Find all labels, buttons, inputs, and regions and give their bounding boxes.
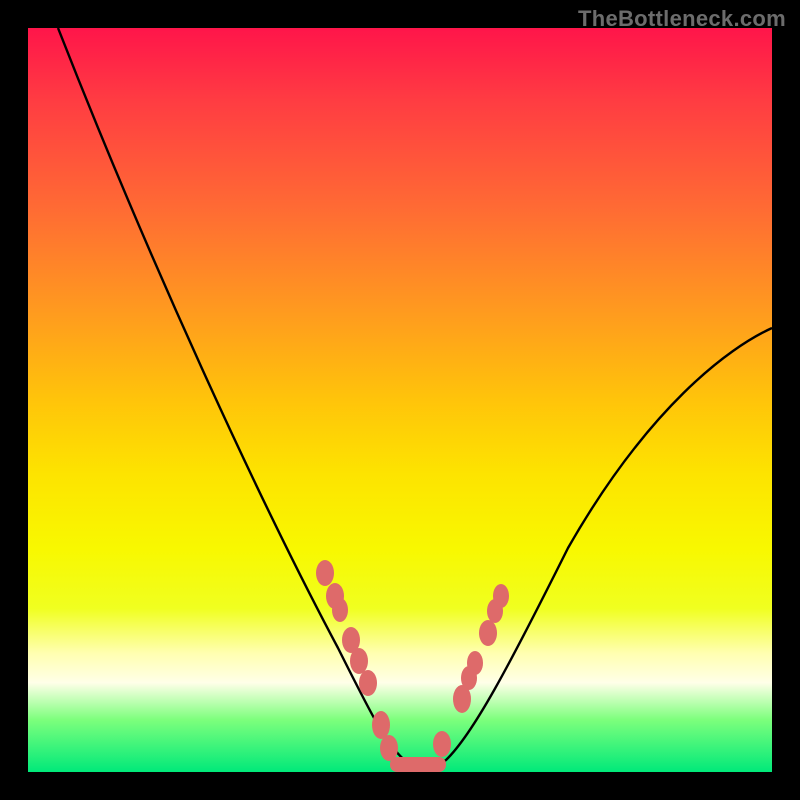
- main-curve: [58, 28, 772, 768]
- marker-dot: [433, 731, 451, 757]
- marker-dot: [479, 620, 497, 646]
- marker-dot: [359, 670, 377, 696]
- marker-dot: [332, 598, 348, 622]
- marker-group-right: [433, 584, 509, 757]
- chart-frame: TheBottleneck.com: [0, 0, 800, 800]
- watermark-text: TheBottleneck.com: [578, 6, 786, 32]
- marker-dot: [350, 648, 368, 674]
- plot-area: [28, 28, 772, 772]
- marker-dot: [493, 584, 509, 608]
- marker-dot: [316, 560, 334, 586]
- marker-dot: [467, 651, 483, 675]
- marker-group-left: [316, 560, 398, 761]
- marker-dot: [380, 735, 398, 761]
- chart-svg: [28, 28, 772, 772]
- marker-bar: [390, 757, 446, 772]
- marker-dot: [372, 711, 390, 739]
- marker-group-bottom: [390, 757, 446, 772]
